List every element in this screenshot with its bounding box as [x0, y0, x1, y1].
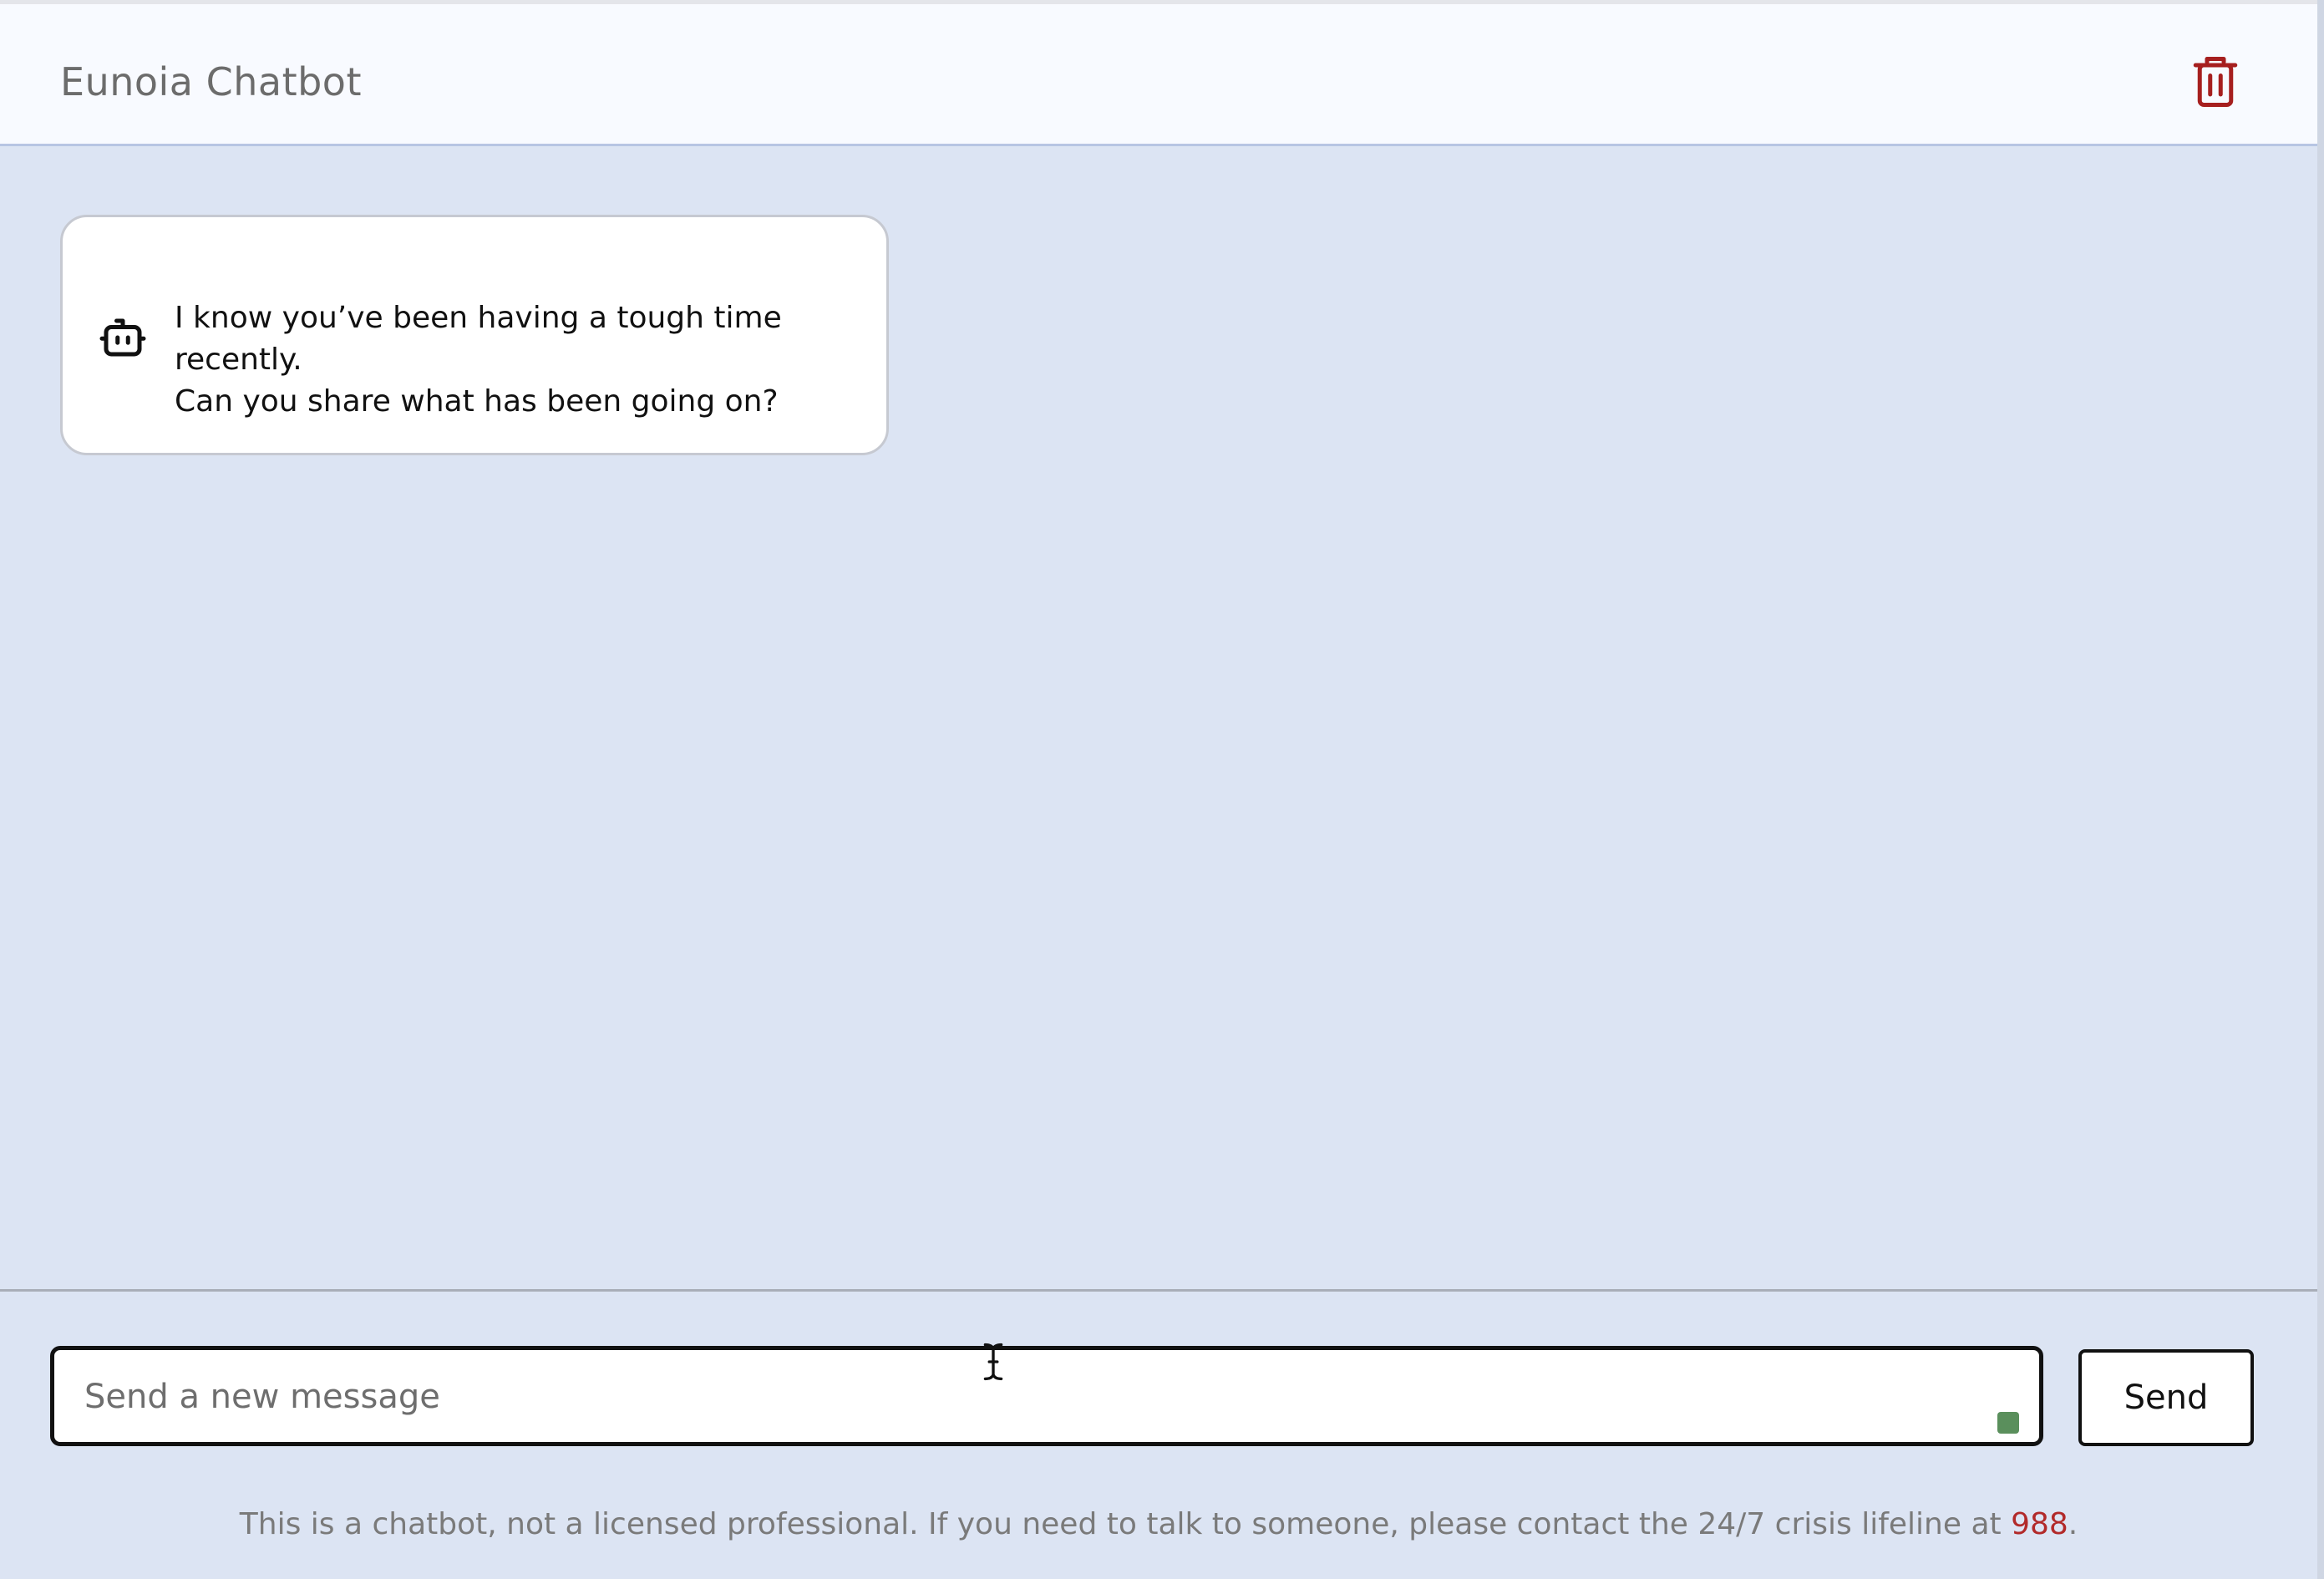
composer-divider: [0, 1289, 2317, 1292]
window-right-edge: [2317, 0, 2324, 1579]
disclaimer: This is a chatbot, not a licensed profes…: [0, 1504, 2317, 1546]
status-indicator: [1997, 1412, 2019, 1434]
trash-icon[interactable]: [2190, 54, 2240, 109]
app-header: Eunoia Chatbot: [0, 4, 2324, 146]
message-line: I know you’ve been having a tough time r…: [175, 301, 782, 377]
bot-message-text: I know you’ve been having a tough time r…: [175, 297, 868, 423]
app-title: Eunoia Chatbot: [60, 59, 362, 104]
robot-icon: [99, 318, 146, 357]
message-input-box[interactable]: [50, 1346, 2043, 1446]
disclaimer-text: This is a chatbot, not a licensed profes…: [239, 1507, 2012, 1541]
disclaimer-period: .: [2068, 1507, 2078, 1541]
message-line: Can you share what has been going on?: [175, 384, 779, 419]
text-cursor-icon: [983, 1343, 1003, 1381]
send-button[interactable]: Send: [2078, 1349, 2254, 1446]
crisis-hotline-number: 988: [2011, 1507, 2068, 1541]
bot-message: I know you’ve been having a tough time r…: [60, 215, 889, 455]
